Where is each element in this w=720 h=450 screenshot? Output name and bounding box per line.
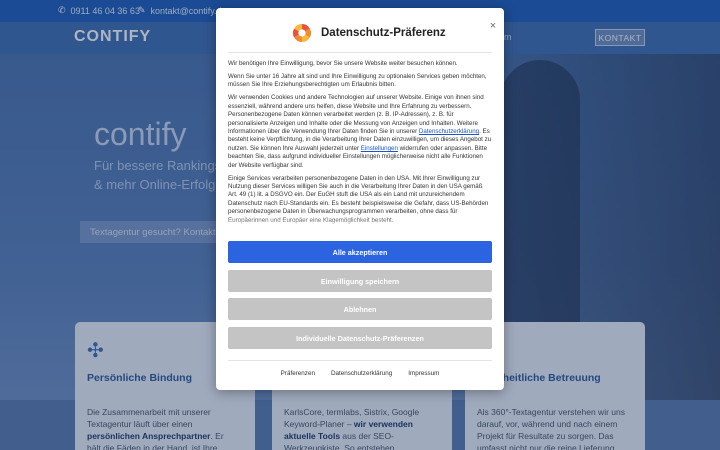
consent-text-scroll[interactable]: Wir benötigen Ihre Einwilligung, bevor S… bbox=[228, 60, 492, 228]
modal-header: Datenschutz-Präferenz bbox=[291, 22, 446, 44]
close-button[interactable]: × bbox=[487, 20, 499, 32]
preferences-link[interactable]: Präferenzen bbox=[281, 370, 315, 377]
divider bbox=[228, 360, 492, 361]
consent-paragraph: Wir benötigen Ihre Einwilligung, bevor S… bbox=[228, 60, 458, 67]
privacy-policy-footer-link[interactable]: Datenschutzerklärung bbox=[331, 370, 392, 377]
privacy-modal: × Datenschutz-Präferenz Wir benötigen Ih… bbox=[216, 8, 504, 390]
settings-link[interactable]: Einstellungen bbox=[361, 145, 398, 152]
imprint-link[interactable]: Impressum bbox=[408, 370, 439, 377]
brand-logo-icon bbox=[291, 22, 313, 44]
reject-button[interactable]: Ablehnen bbox=[228, 298, 492, 320]
save-consent-button[interactable]: Einwilligung speichern bbox=[228, 270, 492, 292]
consent-paragraph: Wenn Sie unter 16 Jahre alt sind und Ihr… bbox=[228, 73, 487, 89]
scroll-fade bbox=[228, 216, 492, 230]
modal-footer-links: Präferenzen Datenschutzerklärung Impress… bbox=[216, 370, 504, 377]
individual-preferences-button[interactable]: Individuelle Datenschutz-Präferenzen bbox=[228, 327, 492, 349]
divider bbox=[228, 52, 492, 53]
modal-title: Datenschutz-Präferenz bbox=[321, 27, 446, 39]
accept-all-button[interactable]: Alle akzeptieren bbox=[228, 241, 492, 263]
consent-paragraph: Wir verwenden Cookies und andere Technol… bbox=[228, 94, 492, 169]
privacy-policy-link[interactable]: Datenschutzerklärung bbox=[419, 128, 479, 135]
